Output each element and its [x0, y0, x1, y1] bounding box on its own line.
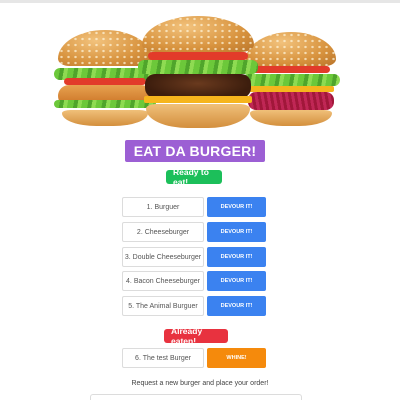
ready-to-eat-badge: Ready to eat! [166, 167, 222, 187]
page-title: EAT DA BURGER! [125, 140, 265, 162]
ready-burger-row: 1. Burguer DEVOUR IT! [122, 197, 266, 217]
burger-name: 3. Double Cheeseburger [122, 247, 204, 267]
burger-name: 2. Cheeseburger [122, 222, 204, 242]
whine-button[interactable]: WHINE! [207, 348, 266, 368]
ready-burger-row: 4. Bacon Cheeseburger DEVOUR IT! [122, 271, 266, 291]
ready-burger-row: 5. The Animal Burguer DEVOUR IT! [122, 296, 266, 316]
already-eaten-badge: Already eaten! [164, 326, 228, 346]
request-burger-prompt: Request a new burger and place your orde… [131, 380, 269, 387]
burger-name: 1. Burguer [122, 197, 204, 217]
eaten-burger-row: 6. The test Burger WHINE! [122, 348, 266, 368]
top-rule [0, 0, 400, 3]
beef-burger-image [138, 16, 258, 130]
devour-button[interactable]: DEVOUR IT! [207, 296, 266, 316]
devour-button[interactable]: DEVOUR IT! [207, 271, 266, 291]
devour-button[interactable]: DEVOUR IT! [207, 197, 266, 217]
ready-burger-row: 3. Double Cheeseburger DEVOUR IT! [122, 247, 266, 267]
hero-burgers-image [50, 14, 340, 132]
beet-burger-image [242, 32, 340, 126]
burger-name: 6. The test Burger [122, 348, 204, 368]
devour-button[interactable]: DEVOUR IT! [207, 222, 266, 242]
burger-name: 5. The Animal Burguer [122, 296, 204, 316]
devour-button[interactable]: DEVOUR IT! [207, 247, 266, 267]
ready-burger-row: 2. Cheeseburger DEVOUR IT! [122, 222, 266, 242]
burger-name: 4. Bacon Cheeseburger [122, 271, 204, 291]
new-burger-form[interactable] [90, 394, 302, 400]
chicken-burger-image [54, 30, 156, 126]
